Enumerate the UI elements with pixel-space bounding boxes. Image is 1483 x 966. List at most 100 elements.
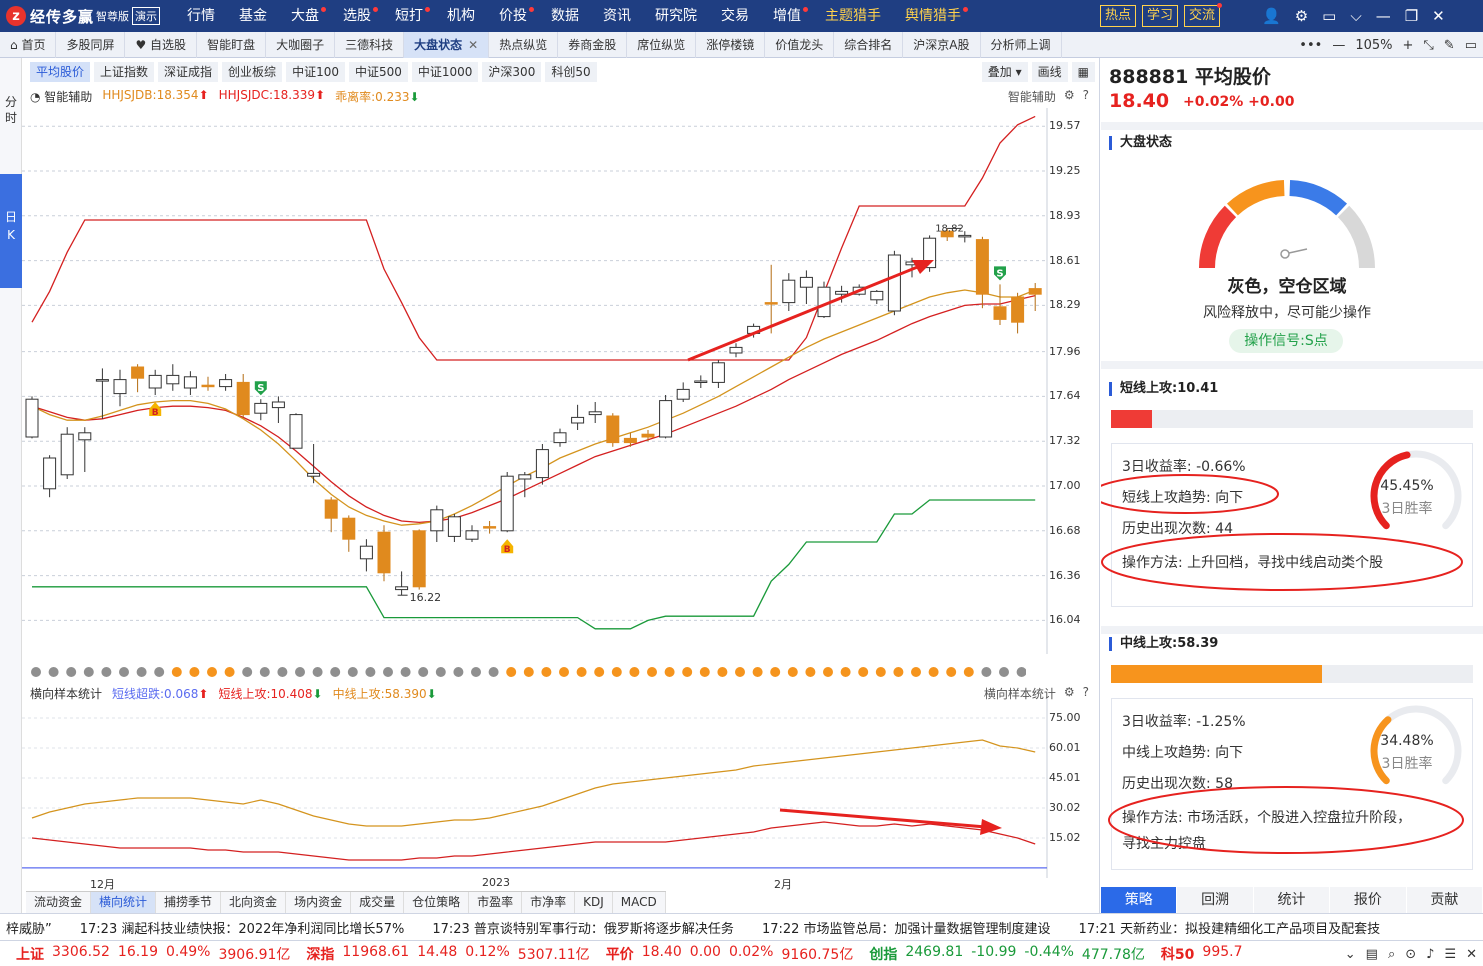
pen-icon[interactable]: ✎ xyxy=(1444,38,1455,53)
index-tab[interactable]: 中证500 xyxy=(348,62,408,82)
restore-icon[interactable]: ❐ xyxy=(1405,7,1418,25)
news-item[interactable]: 17:23 澜起科技业绩快报：2022年净利润同比增长57% xyxy=(80,918,405,937)
right-tab[interactable]: 贡献 xyxy=(1406,887,1483,913)
index-tab[interactable]: 中证100 xyxy=(286,62,345,82)
tab[interactable]: 智能盯盘 xyxy=(197,31,267,58)
candlestick-chart[interactable]: B B S S 18.82 16.22 xyxy=(22,108,1100,654)
menu-item[interactable]: 数据 xyxy=(539,0,591,32)
period-day[interactable]: 日K xyxy=(0,174,22,288)
tab[interactable]: 沪深京A股 xyxy=(903,31,981,58)
zoom-out-icon[interactable]: — xyxy=(1332,38,1345,53)
index-quote[interactable]: 创指 2469.81 -10.99 -0.44% 477.78亿 xyxy=(869,944,1145,964)
tab[interactable]: 大咖圈子 xyxy=(266,31,336,58)
more-icon[interactable]: ••• xyxy=(1299,38,1322,53)
index-tab[interactable]: 创业板综 xyxy=(222,62,283,82)
help-icon[interactable]: ? xyxy=(1083,88,1089,105)
news-item[interactable]: 梓威胁” xyxy=(6,918,52,937)
index-tab[interactable]: 科创50 xyxy=(545,62,597,82)
minimize-icon[interactable]: — xyxy=(1376,7,1391,25)
menu-item[interactable]: 主题猎手 xyxy=(813,0,893,32)
assist-toggle[interactable]: ◔ 智能辅助 xyxy=(30,88,92,105)
tab[interactable]: 涨停楼镜 xyxy=(696,31,766,58)
menu-item[interactable]: 资讯 xyxy=(591,0,643,32)
tab[interactable]: 券商金股 xyxy=(558,31,628,58)
menu-item[interactable]: 行情 xyxy=(175,0,227,32)
indicator-tab[interactable]: 场内资金 xyxy=(286,892,352,913)
tab[interactable]: 热点纵览 xyxy=(489,31,559,58)
indicator-tab[interactable]: 成交量 xyxy=(351,892,405,913)
news-item[interactable]: 17:21 天新药业：拟投建精细化工产品项目及配套技 xyxy=(1079,918,1381,937)
quick-pill[interactable]: 热点 xyxy=(1100,5,1137,27)
grid-icon[interactable]: ▦ xyxy=(1071,62,1095,82)
menu-item[interactable]: 增值 xyxy=(761,0,813,32)
tab[interactable]: ♥ 自选股 xyxy=(125,31,198,58)
indicator-tab[interactable]: 北向资金 xyxy=(221,892,287,913)
menu-item[interactable]: 短打 xyxy=(383,0,435,32)
news-item[interactable]: 17:22 市场监管总局：加强计量数据管理制度建设 xyxy=(762,918,1051,937)
ticker-tool-icon[interactable]: ☰ xyxy=(1444,947,1456,962)
menu-item[interactable]: 选股 xyxy=(331,0,383,32)
news-item[interactable]: 17:23 普京谈特别军事行动：俄罗斯将逐步解决任务 xyxy=(432,918,734,937)
menu-item[interactable]: 价投 xyxy=(487,0,539,32)
tab[interactable]: 价值龙头 xyxy=(765,31,835,58)
layout-icon[interactable]: ▭ xyxy=(1322,7,1336,25)
tab[interactable]: 综合排名 xyxy=(834,31,904,58)
demo-badge[interactable]: 演示 xyxy=(132,7,161,25)
app-logo[interactable]: z 经传多赢 智尊版 演示 xyxy=(0,0,175,32)
gear-icon[interactable]: ⚙ xyxy=(1295,7,1308,25)
right-tab[interactable]: 策略 xyxy=(1101,887,1178,913)
user-icon[interactable]: 👤 xyxy=(1262,7,1281,25)
sample-stat-chart[interactable] xyxy=(22,698,1100,878)
quick-pill[interactable]: 交流 xyxy=(1184,3,1223,27)
menu-item[interactable]: 机构 xyxy=(435,0,487,32)
indicator-tab[interactable]: 仓位策略 xyxy=(404,892,470,913)
ticker-tool-icon[interactable]: ⊙ xyxy=(1405,947,1416,962)
indicator-tab[interactable]: KDJ xyxy=(575,892,613,913)
tab[interactable]: ⌂ 首页 xyxy=(0,31,57,58)
window-icon[interactable]: ▭ xyxy=(1465,38,1477,53)
index-tab[interactable]: 深证成指 xyxy=(158,62,219,82)
close-icon[interactable]: ✕ xyxy=(468,38,478,52)
index-quote[interactable]: 深指 11968.61 14.48 0.12% 5307.11亿 xyxy=(306,944,589,964)
indicator-tab[interactable]: 市净率 xyxy=(522,892,576,913)
index-tab[interactable]: 沪深300 xyxy=(482,62,542,82)
expand-icon[interactable]: ⤡ xyxy=(1423,38,1433,53)
indicator-tab[interactable]: 横向统计 xyxy=(91,892,157,913)
ticker-tool-icon[interactable]: ⌕ xyxy=(1388,947,1395,962)
overlay-button[interactable]: 叠加 ▾ xyxy=(981,62,1028,82)
draw-line-button[interactable]: 画线 xyxy=(1031,62,1068,82)
menu-item[interactable]: 研究院 xyxy=(643,0,709,32)
menu-item[interactable]: 基金 xyxy=(227,0,279,32)
ticker-tool-icon[interactable]: ✕ xyxy=(1466,947,1477,962)
close-icon[interactable]: ✕ xyxy=(1432,7,1445,25)
ticker-tool-icon[interactable]: ♪ xyxy=(1426,947,1434,962)
menu-item[interactable]: 交易 xyxy=(709,0,761,32)
index-tab[interactable]: 平均股价 xyxy=(30,62,91,82)
indicator-tab[interactable]: 流动资金 xyxy=(26,892,92,913)
zoom-in-icon[interactable]: + xyxy=(1402,38,1413,53)
gear-icon[interactable]: ⚙ xyxy=(1064,88,1075,105)
index-tab[interactable]: 中证1000 xyxy=(411,62,479,82)
menu-item[interactable]: 舆情猎手 xyxy=(893,0,973,32)
tab[interactable]: 大盘状态 ✕ xyxy=(404,31,490,58)
chevron-down-icon[interactable]: ⌵ xyxy=(1350,7,1361,25)
right-tab[interactable]: 回溯 xyxy=(1177,887,1254,913)
index-quote[interactable]: 平价 18.40 0.00 0.02% 9160.75亿 xyxy=(606,944,854,964)
index-quote[interactable]: 上证 3306.52 16.19 0.49% 3906.91亿 xyxy=(16,944,290,964)
quick-pill[interactable]: 学习 xyxy=(1142,5,1179,27)
indicator-tab[interactable]: 捕捞季节 xyxy=(156,892,222,913)
right-tab[interactable]: 报价 xyxy=(1330,887,1407,913)
indicator-tab[interactable]: MACD xyxy=(612,892,666,913)
tab[interactable]: 席位纵览 xyxy=(627,31,697,58)
ticker-tool-icon[interactable]: ⌄ xyxy=(1345,947,1356,962)
ticker-tool-icon[interactable]: ▤ xyxy=(1366,947,1378,962)
tab[interactable]: 三德科技 xyxy=(335,31,405,58)
tab[interactable]: 多股同屏 xyxy=(56,31,126,58)
tab[interactable]: 分析师上调 xyxy=(981,31,1062,58)
index-quote[interactable]: 科50 995.7 xyxy=(1161,944,1267,964)
indicator-tab[interactable]: 市盈率 xyxy=(469,892,523,913)
menu-item[interactable]: 大盘 xyxy=(279,0,331,32)
period-minute[interactable]: 分时 xyxy=(0,94,22,126)
right-tab[interactable]: 统计 xyxy=(1253,887,1331,913)
index-tab[interactable]: 上证指数 xyxy=(94,62,155,82)
